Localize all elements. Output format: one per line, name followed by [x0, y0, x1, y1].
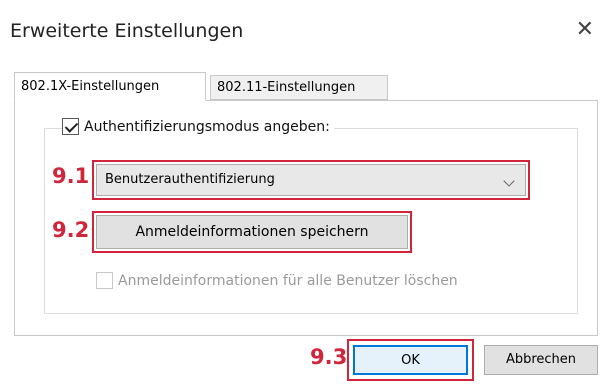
auth-mode-checkbox-label: Authentifizierungsmodus angeben:	[84, 118, 330, 135]
ok-button[interactable]: OK	[353, 345, 468, 375]
annotation-marker-9-1: 9.1	[52, 164, 90, 188]
close-icon[interactable]: ✕	[576, 18, 594, 42]
chevron-down-icon	[503, 175, 515, 187]
delete-credentials-checkbox[interactable]	[96, 272, 113, 289]
annotation-marker-9-2: 9.2	[52, 218, 90, 242]
tab-8021x-settings[interactable]: 802.1X-Einstellungen	[14, 72, 206, 101]
annotation-marker-9-3: 9.3	[310, 345, 348, 369]
save-credentials-button[interactable]: Anmeldeinformationen speichern	[96, 215, 408, 249]
auth-mode-select-value: Benutzerauthentifizierung	[105, 172, 275, 187]
tab-80211-settings[interactable]: 802.11-Einstellungen	[210, 75, 388, 100]
dialog-title: Erweiterte Einstellungen	[10, 20, 244, 42]
auth-mode-select[interactable]: Benutzerauthentifizierung	[96, 164, 526, 196]
delete-credentials-row[interactable]: Anmeldeinformationen für alle Benutzer l…	[96, 272, 458, 289]
auth-mode-checkbox[interactable]	[62, 118, 79, 135]
auth-mode-checkbox-row[interactable]: Authentifizierungsmodus angeben:	[62, 118, 334, 135]
advanced-settings-dialog: Erweiterte Einstellungen ✕ 802.1X-Einste…	[0, 0, 612, 390]
delete-credentials-label: Anmeldeinformationen für alle Benutzer l…	[118, 272, 458, 289]
cancel-button[interactable]: Abbrechen	[484, 345, 598, 375]
